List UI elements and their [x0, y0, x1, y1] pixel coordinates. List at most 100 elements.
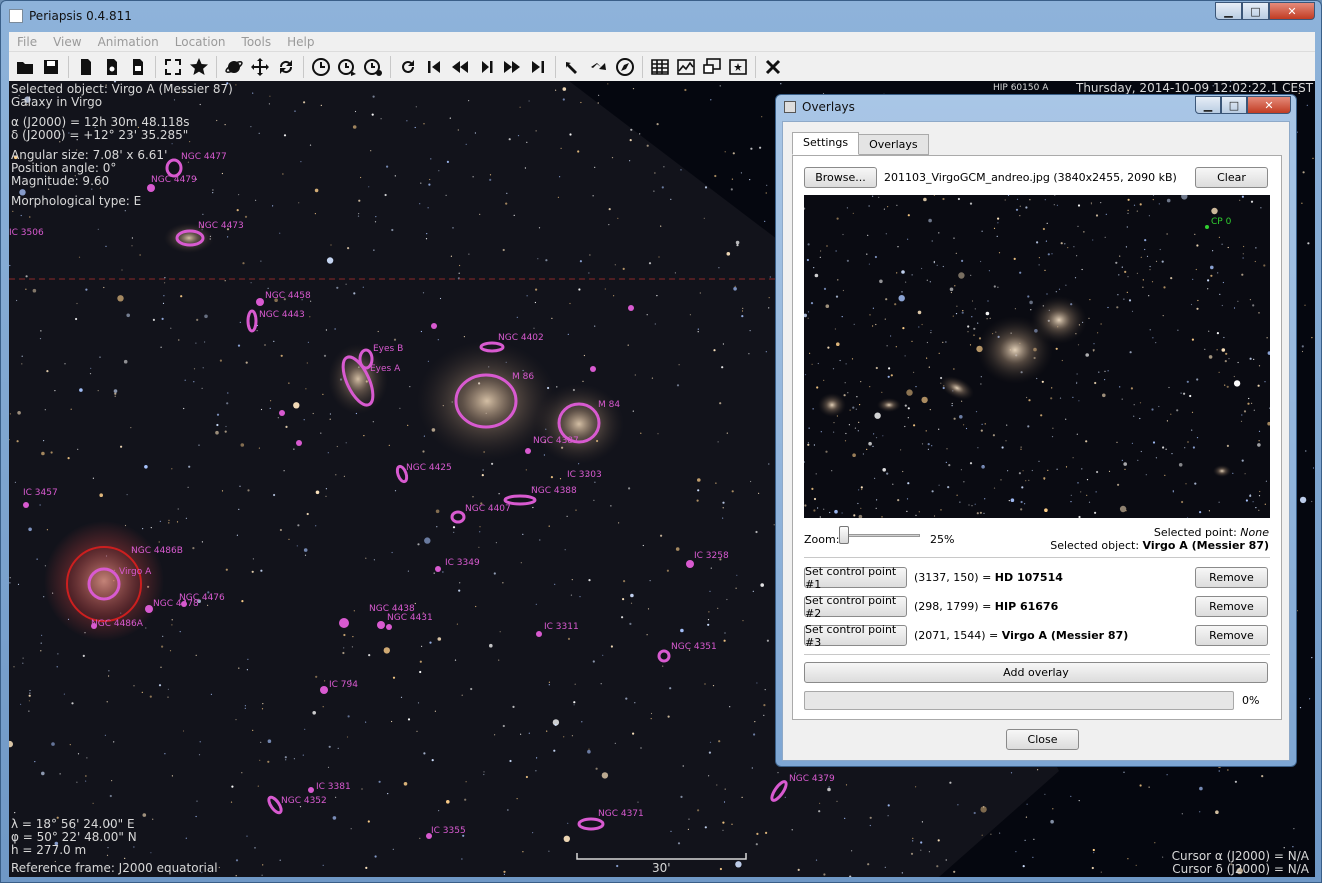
dialog-close-button[interactable]: ✕: [1247, 96, 1291, 114]
compass-icon[interactable]: [612, 54, 638, 80]
star: [334, 328, 336, 330]
star: [765, 192, 767, 194]
rewind-icon[interactable]: [447, 54, 473, 80]
star: [150, 527, 152, 529]
set-control-point-1-button[interactable]: Set control point #1: [804, 565, 907, 591]
dialog-minimize-button[interactable]: ▁: [1195, 96, 1221, 114]
m84-glow: [534, 384, 624, 464]
star: [1054, 195, 1056, 196]
screenshot-icon[interactable]: [99, 54, 125, 80]
star: [736, 244, 739, 247]
fast-forward-icon[interactable]: [499, 54, 525, 80]
star: [407, 424, 409, 426]
star: [1247, 402, 1250, 405]
close-button[interactable]: Close: [1006, 729, 1079, 750]
zoom-slider-track[interactable]: [840, 534, 920, 537]
title-bar[interactable]: Periapsis 0.4.811 ▁ □ ✕: [1, 1, 1321, 31]
fullscreen-icon[interactable]: [160, 54, 186, 80]
dialog-title-bar[interactable]: Overlays: [784, 100, 855, 114]
time-settings-icon[interactable]: [360, 54, 386, 80]
browse-button[interactable]: Browse...: [804, 167, 877, 188]
close-x-icon[interactable]: [760, 54, 786, 80]
time-forward-icon[interactable]: [334, 54, 360, 80]
maximize-button[interactable]: □: [1242, 2, 1269, 20]
star: [1196, 307, 1199, 310]
dialog-maximize-button[interactable]: □: [1221, 96, 1247, 114]
star: [1025, 816, 1027, 818]
star: [383, 647, 390, 654]
star: [195, 815, 197, 818]
export-image-icon[interactable]: [125, 54, 151, 80]
star: [784, 796, 786, 798]
minimize-button[interactable]: ▁: [1215, 2, 1242, 20]
clock-icon[interactable]: [308, 54, 334, 80]
galaxy-label: Eyes A: [370, 364, 401, 374]
star: [260, 408, 263, 411]
star: [167, 688, 169, 690]
remove-cp3-button[interactable]: Remove: [1195, 625, 1268, 646]
zoom-slider-thumb[interactable]: [839, 526, 849, 544]
step-back-icon[interactable]: [560, 54, 586, 80]
menu-animation[interactable]: Animation: [90, 35, 167, 49]
star: [961, 259, 964, 262]
star: [1022, 865, 1025, 868]
star: [216, 413, 220, 416]
star: [813, 267, 815, 269]
star: [1061, 359, 1063, 362]
menu-help[interactable]: Help: [279, 35, 322, 49]
export-icon[interactable]: [73, 54, 99, 80]
star: [1223, 336, 1225, 339]
star: [1152, 337, 1154, 339]
star: [1237, 361, 1239, 364]
star: [749, 330, 751, 332]
reverse-icon[interactable]: [395, 54, 421, 80]
menu-tools[interactable]: Tools: [234, 35, 280, 49]
move-icon[interactable]: [247, 54, 273, 80]
windows-icon[interactable]: [699, 54, 725, 80]
skip-forward-icon[interactable]: [525, 54, 551, 80]
menu-view[interactable]: View: [45, 35, 89, 49]
remove-cp2-button[interactable]: Remove: [1195, 596, 1268, 617]
planet-icon[interactable]: [221, 54, 247, 80]
star: [120, 445, 123, 448]
add-overlay-button[interactable]: Add overlay: [804, 662, 1268, 683]
sky-image-icon[interactable]: [725, 54, 751, 80]
skip-back-icon[interactable]: [421, 54, 447, 80]
menu-location[interactable]: Location: [167, 35, 234, 49]
overlay-preview[interactable]: CP 0: [804, 195, 1270, 518]
star: [1070, 494, 1072, 496]
save-icon[interactable]: [38, 54, 64, 80]
app-icon: [9, 9, 23, 23]
remove-cp1-button[interactable]: Remove: [1195, 567, 1268, 588]
step-forward-icon[interactable]: [586, 54, 612, 80]
set-control-point-3-button[interactable]: Set control point #3: [804, 623, 907, 649]
menu-file[interactable]: File: [9, 35, 45, 49]
star: [180, 295, 183, 298]
favorite-star-icon[interactable]: [186, 54, 212, 80]
star: [594, 166, 596, 168]
play-pause-icon[interactable]: [473, 54, 499, 80]
star: [463, 336, 465, 338]
tab-overlays[interactable]: Overlays: [858, 134, 929, 155]
table-icon[interactable]: [647, 54, 673, 80]
star: [43, 596, 45, 598]
star: [158, 684, 162, 687]
star: [414, 602, 416, 605]
star: [988, 270, 990, 272]
set-control-point-2-button[interactable]: Set control point #2: [804, 594, 907, 620]
star: [21, 355, 23, 357]
star: [235, 859, 239, 862]
open-icon[interactable]: [12, 54, 38, 80]
star: [44, 565, 47, 567]
star: [1218, 501, 1220, 503]
tab-settings[interactable]: Settings: [792, 132, 860, 155]
star: [881, 391, 883, 393]
star: [1258, 495, 1261, 497]
star: [164, 277, 166, 279]
sync-icon[interactable]: [273, 54, 299, 80]
chart-icon[interactable]: [673, 54, 699, 80]
star: [434, 710, 436, 712]
close-window-button[interactable]: ✕: [1269, 2, 1315, 20]
star: [261, 708, 264, 710]
clear-button[interactable]: Clear: [1195, 167, 1268, 188]
